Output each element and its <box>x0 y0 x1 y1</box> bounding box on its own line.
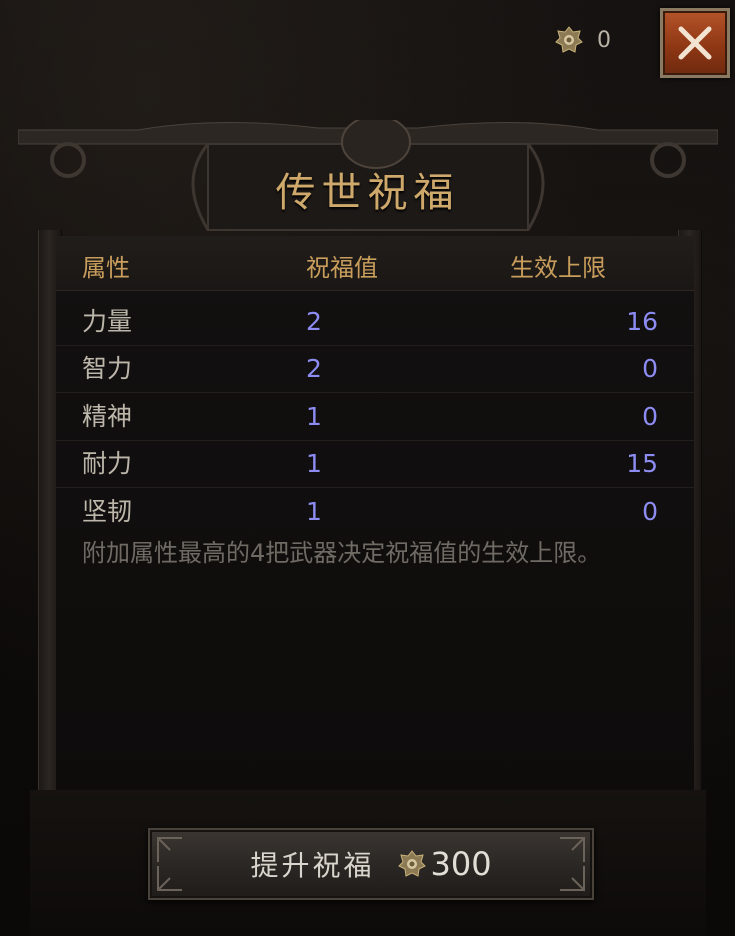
close-button[interactable] <box>660 8 730 78</box>
effective-limit: 16 <box>626 307 658 336</box>
blessing-value: 1 <box>306 449 322 478</box>
close-icon <box>678 26 712 60</box>
corner-ornament-icon <box>157 837 182 862</box>
attribute-name: 智力 <box>82 354 133 383</box>
blessing-value: 2 <box>306 354 322 383</box>
blessing-value: 1 <box>306 497 322 526</box>
currency-amount: 0 <box>597 27 611 53</box>
effective-limit: 0 <box>642 497 658 526</box>
attribute-name: 坚韧 <box>82 497 133 526</box>
table-row: 智力 2 0 <box>56 345 694 393</box>
table-row: 坚韧 1 0 <box>56 488 694 535</box>
blessing-note: 附加属性最高的4把武器决定祝福值的生效上限。 <box>82 539 602 567</box>
corner-ornament-icon <box>560 837 585 862</box>
effective-limit: 0 <box>642 354 658 383</box>
attribute-name: 力量 <box>82 307 133 336</box>
table-row: 耐力 1 15 <box>56 440 694 488</box>
attribute-name: 耐力 <box>82 449 133 478</box>
blessing-gem-icon <box>398 850 427 878</box>
cost-value: 300 <box>430 845 492 883</box>
upgrade-label: 提升祝福 <box>250 849 375 882</box>
upgrade-cost: 300 <box>398 845 492 883</box>
page-title: 传世祝福 <box>275 170 460 216</box>
blessing-value: 2 <box>306 307 322 336</box>
blessing-value: 1 <box>306 402 322 431</box>
effective-limit: 0 <box>642 402 658 431</box>
header-blessing-value: 祝福值 <box>306 254 378 282</box>
table-row: 力量 2 16 <box>56 298 694 346</box>
attribute-name: 精神 <box>82 402 133 431</box>
corner-ornament-icon <box>560 866 585 891</box>
header-effective-limit: 生效上限 <box>510 254 606 282</box>
upgrade-blessing-button[interactable]: 提升祝福 300 <box>148 828 594 900</box>
table-row: 精神 1 0 <box>56 393 694 441</box>
header-attribute: 属性 <box>82 254 130 282</box>
corner-ornament-icon <box>157 866 182 891</box>
currency-indicator: 0 <box>555 26 611 54</box>
effective-limit: 15 <box>626 449 658 478</box>
blessing-gem-icon <box>555 26 583 54</box>
